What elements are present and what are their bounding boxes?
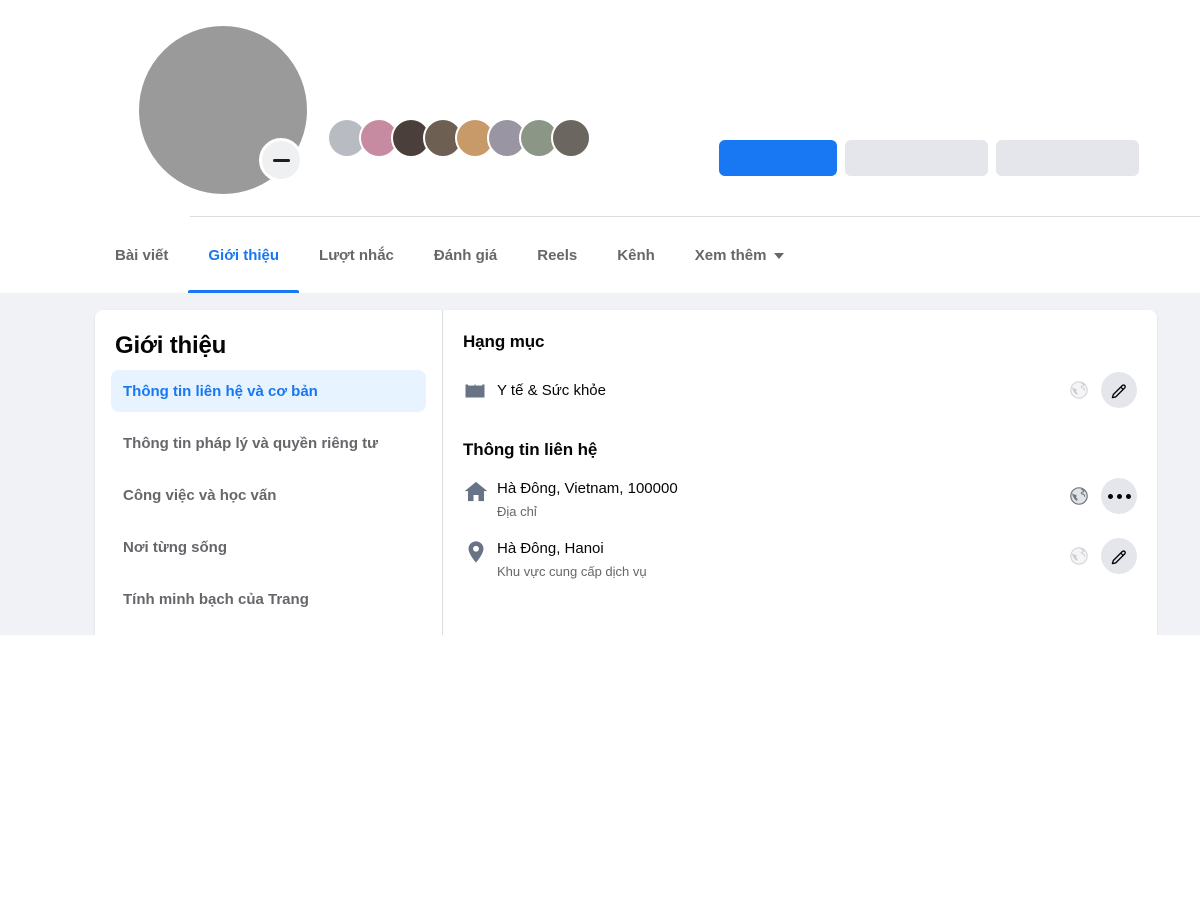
sidebar-item-label: Thông tin liên hệ và cơ bản — [123, 382, 318, 400]
facebook-page-about: Bài viết Giới thiệu Lượt nhắc Đánh giá R… — [0, 0, 1200, 900]
public-globe-icon — [1069, 546, 1089, 566]
service-area-label: Khu vực cung cấp dịch vụ — [497, 564, 647, 579]
profile-action-buttons — [719, 140, 1139, 176]
folder-icon — [463, 378, 497, 403]
sidebar-item-legal-privacy[interactable]: Thông tin pháp lý và quyền riêng tư — [111, 422, 426, 464]
message-button[interactable] — [845, 140, 988, 176]
category-value: Y tế & Sức khỏe — [497, 381, 606, 399]
edit-category-button[interactable] — [1101, 372, 1137, 408]
category-row: Y tế & Sức khỏe — [463, 370, 1137, 410]
house-icon — [463, 478, 497, 505]
chevron-down-icon — [774, 252, 785, 259]
page-content-canvas: Giới thiệu Thông tin liên hệ và cơ bản T… — [0, 293, 1200, 635]
sidebar-item-label: Nơi từng sống — [123, 538, 228, 556]
category-section-title: Hạng mục — [463, 332, 545, 351]
profile-header — [0, 0, 1200, 218]
tab-posts[interactable]: Bài viết — [95, 218, 188, 293]
address-text: Hà Đông, Vietnam, 100000 Địa chỉ — [497, 478, 1069, 521]
tab-reels[interactable]: Reels — [517, 218, 597, 293]
tab-label: Lượt nhắc — [319, 247, 394, 264]
tab-label: Xem thêm — [694, 247, 767, 264]
sidebar-item-label: Công việc và học vấn — [123, 486, 277, 504]
sidebar-item-contact-basic[interactable]: Thông tin liên hệ và cơ bản — [111, 370, 426, 412]
camera-badge[interactable] — [259, 138, 303, 182]
about-card: Giới thiệu Thông tin liên hệ và cơ bản T… — [95, 310, 1157, 635]
sidebar-item-work-education[interactable]: Công việc và học vấn — [111, 474, 426, 516]
friends-avatar-row[interactable] — [327, 118, 591, 158]
address-more-button[interactable] — [1101, 478, 1137, 514]
service-area-row-actions — [1069, 538, 1137, 574]
tab-channels[interactable]: Kênh — [597, 218, 675, 293]
address-row-actions — [1069, 478, 1137, 514]
promote-button[interactable] — [719, 140, 837, 176]
address-value: Hà Đông, Vietnam, 100000 — [497, 480, 678, 497]
page-title: Giới thiệu — [115, 332, 227, 359]
contact-row-service-area: Hà Đông, Hanoi Khu vực cung cấp dịch vụ — [463, 538, 1137, 584]
tab-label: Reels — [537, 247, 578, 264]
header-divider — [190, 216, 1200, 217]
tab-list: Bài viết Giới thiệu Lượt nhắc Đánh giá R… — [95, 218, 804, 293]
tab-see-more[interactable]: Xem thêm — [675, 218, 805, 293]
address-label: Địa chỉ — [497, 504, 537, 519]
tab-about[interactable]: Giới thiệu — [188, 218, 299, 293]
sidebar-item-places-lived[interactable]: Nơi từng sống — [111, 526, 426, 568]
contact-row-address: Hà Đông, Vietnam, 100000 Địa chỉ — [463, 478, 1137, 524]
tab-mentions[interactable]: Lượt nhắc — [299, 218, 414, 293]
category-text: Y tế & Sức khỏe — [497, 380, 1069, 401]
sidebar-item-page-transparency[interactable]: Tính minh bạch của Trang — [111, 578, 426, 620]
tab-label: Bài viết — [115, 247, 169, 264]
public-globe-icon — [1069, 486, 1089, 506]
about-details: Hạng mục Y tế & Sức khỏe Thông tin liên … — [443, 310, 1157, 635]
service-area-value: Hà Đông, Hanoi — [497, 540, 604, 557]
edit-pencil-icon — [1111, 549, 1126, 564]
sidebar-item-label: Thông tin pháp lý và quyền riêng tư — [123, 434, 379, 452]
service-area-text: Hà Đông, Hanoi Khu vực cung cấp dịch vụ — [497, 538, 1069, 581]
tab-label: Kênh — [617, 247, 655, 264]
tab-label: Giới thiệu — [208, 247, 280, 264]
tab-label: Đánh giá — [433, 247, 498, 264]
page-tab-bar: Bài viết Giới thiệu Lượt nhắc Đánh giá R… — [0, 218, 1200, 492]
tab-reviews[interactable]: Đánh giá — [414, 218, 517, 293]
more-dots-icon — [1107, 493, 1131, 499]
edit-service-area-button[interactable] — [1101, 538, 1137, 574]
more-actions-button[interactable] — [996, 140, 1139, 176]
map-pin-icon — [463, 538, 497, 565]
about-sidebar: Giới thiệu Thông tin liên hệ và cơ bản T… — [95, 310, 443, 635]
sidebar-item-label: Tính minh bạch của Trang — [123, 590, 309, 608]
edit-pencil-icon — [1111, 383, 1126, 398]
avatar[interactable] — [551, 118, 591, 158]
category-row-actions — [1069, 372, 1137, 408]
contact-section-title: Thông tin liên hệ — [463, 440, 598, 459]
public-globe-icon — [1069, 380, 1089, 400]
